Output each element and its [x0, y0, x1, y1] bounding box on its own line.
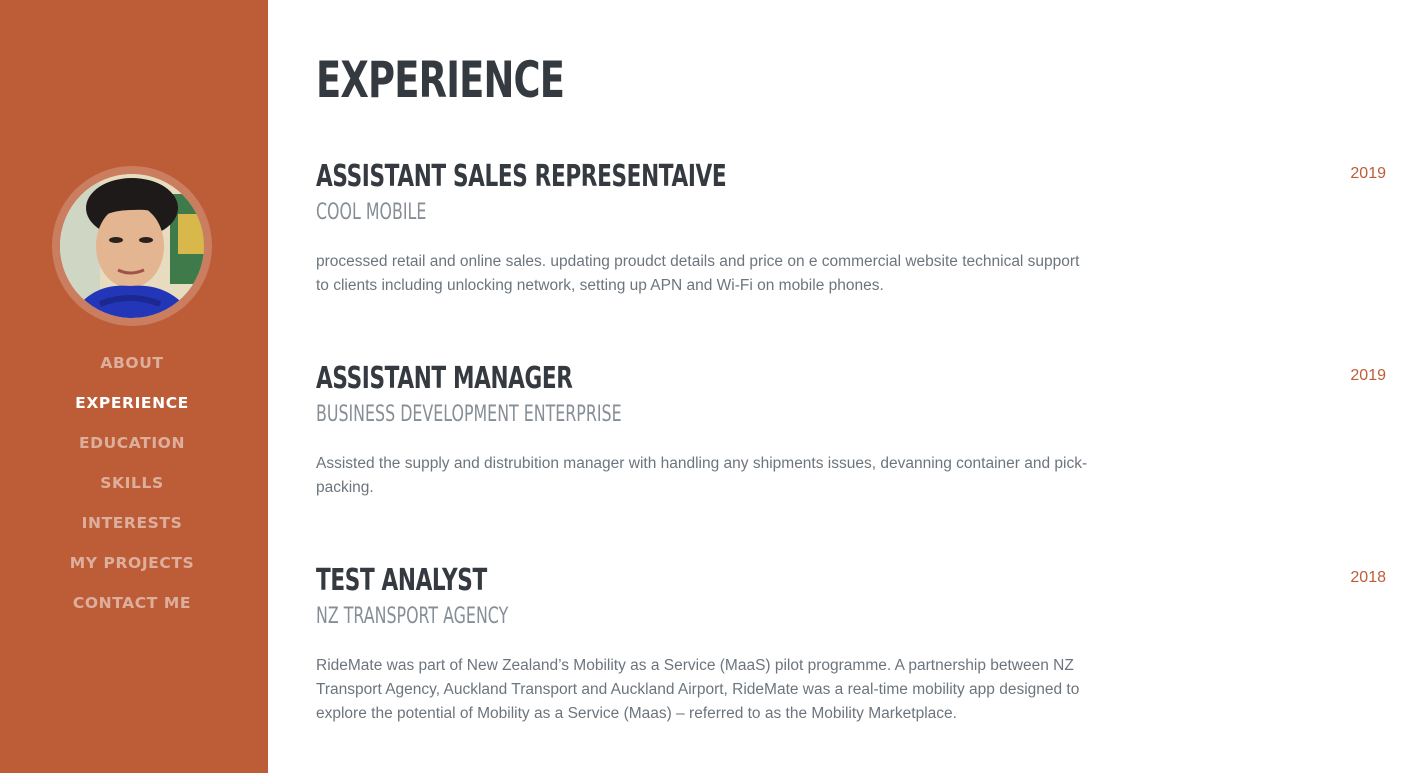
nav-link-interests[interactable]: INTERESTS — [82, 514, 183, 532]
nav-link-my-projects[interactable]: MY PROJECTS — [70, 554, 195, 572]
job-title: ASSISTANT MANAGER — [316, 361, 573, 396]
nav-link-experience[interactable]: EXPERIENCE — [75, 394, 189, 412]
job-year: 2018 — [1350, 569, 1386, 586]
nav-item-education: EDUCATION — [0, 423, 264, 463]
main-content: EXPERIENCE ASSISTANT SALES REPRESENTAIVE… — [316, 0, 1386, 773]
nav-link-skills[interactable]: SKILLS — [100, 474, 163, 492]
experience-item: ASSISTANT MANAGER BUSINESS DEVELOPMENT E… — [316, 362, 1386, 500]
page-title: EXPERIENCE — [316, 51, 565, 109]
job-year: 2019 — [1350, 367, 1386, 384]
experience-item: ASSISTANT SALES REPRESENTAIVE COOL MOBIL… — [316, 160, 1386, 298]
job-description: Assisted the supply and distrubition man… — [316, 455, 1088, 496]
job-title: ASSISTANT SALES REPRESENTAIVE — [316, 159, 727, 194]
company-name: BUSINESS DEVELOPMENT ENTERPRISE — [316, 402, 622, 427]
avatar-ring — [52, 166, 212, 326]
job-description: RideMate was part of New Zealand’s Mobil… — [316, 657, 1080, 722]
job-title: TEST ANALYST — [316, 563, 487, 598]
profile-photo — [60, 174, 204, 318]
company-name: COOL MOBILE — [316, 200, 427, 225]
experience-item: TEST ANALYST NZ TRANSPORT AGENCY RideMat… — [316, 564, 1386, 726]
nav-link-contact-me[interactable]: CONTACT ME — [73, 594, 191, 612]
nav-link-education[interactable]: EDUCATION — [79, 434, 185, 452]
company-name: NZ TRANSPORT AGENCY — [316, 604, 509, 629]
nav-item-experience: EXPERIENCE — [0, 383, 264, 423]
nav-item-contact-me: CONTACT ME — [0, 583, 264, 623]
job-description: processed retail and online sales. updat… — [316, 253, 1080, 294]
nav-item-interests: INTERESTS — [0, 503, 264, 543]
nav-item-skills: SKILLS — [0, 463, 264, 503]
nav-link-about[interactable]: ABOUT — [100, 354, 163, 372]
avatar[interactable] — [60, 174, 204, 318]
nav-item-my-projects: MY PROJECTS — [0, 543, 264, 583]
nav-item-about: ABOUT — [0, 343, 264, 383]
sidebar: ABOUT EXPERIENCE EDUCATION SKILLS INTERE… — [0, 0, 268, 773]
job-year: 2019 — [1350, 165, 1386, 182]
sidebar-nav: ABOUT EXPERIENCE EDUCATION SKILLS INTERE… — [0, 343, 264, 623]
